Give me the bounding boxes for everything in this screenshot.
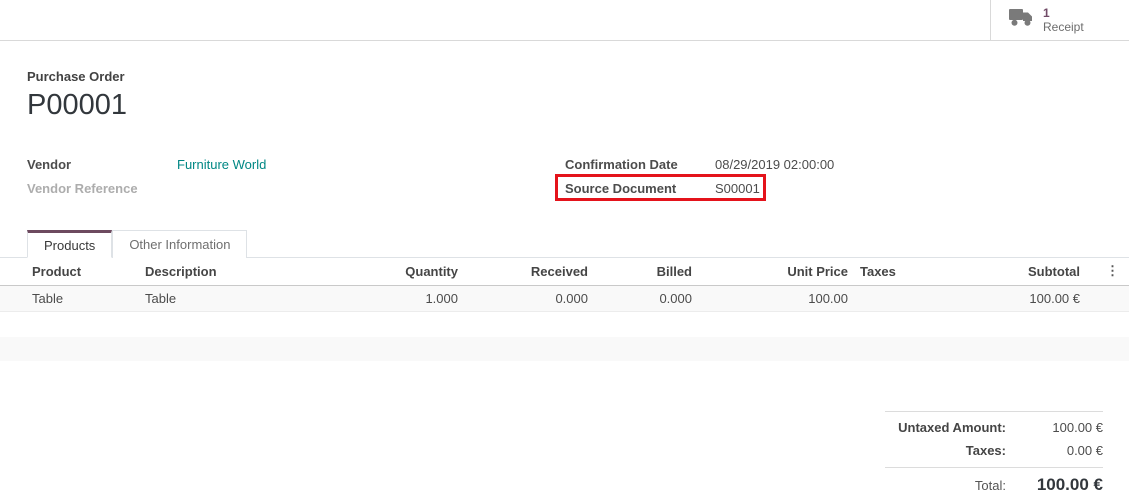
cell-billed: 0.000 [588,285,692,311]
col-header-product: Product [0,258,145,285]
order-lines-table: Product Description Quantity Received Bi… [0,258,1129,312]
untaxed-amount-value: 100.00 € [1018,420,1103,435]
receipt-stat-button[interactable]: 1 Receipt [990,0,1129,40]
field-source-document: Source Document S00001 [565,176,1125,200]
top-bar: 1 Receipt [0,0,1129,41]
taxes-value: 0.00 € [1018,443,1103,458]
column-options-icon[interactable]: ⋮ [1106,263,1118,278]
cell-product: Table [0,285,145,311]
field-group-left: Vendor Furniture World Vendor Reference [27,152,565,200]
confirmation-date-value: 08/29/2019 02:00:00 [715,157,834,172]
truck-icon [1009,8,1034,32]
vendor-label: Vendor [27,157,177,172]
field-vendor-reference: Vendor Reference [27,176,565,200]
doc-type-label: Purchase Order [27,69,1129,84]
page-title: P00001 [27,88,1129,122]
table-header-row: Product Description Quantity Received Bi… [0,258,1129,285]
source-document-value: S00001 [715,181,760,196]
source-document-label: Source Document [565,181,715,196]
field-group-right: Confirmation Date 08/29/2019 02:00:00 So… [565,152,1125,200]
receipt-count: 1 [1043,6,1084,20]
col-header-received: Received [458,258,588,285]
tab-products[interactable]: Products [27,230,112,258]
cell-unit-price: 100.00 [692,285,848,311]
empty-row-stripe [0,312,1129,337]
total-row: Total: 100.00 € [885,468,1103,492]
cell-quantity: 1.000 [360,285,458,311]
total-label: Total: [885,478,1018,492]
col-header-taxes: Taxes [848,258,1000,285]
field-groups: Vendor Furniture World Vendor Reference … [27,152,1129,200]
total-value: 100.00 € [1018,475,1103,492]
cell-received: 0.000 [458,285,588,311]
totals-block: Untaxed Amount: 100.00 € Taxes: 0.00 € T… [885,411,1103,492]
field-vendor: Vendor Furniture World [27,152,565,176]
cell-taxes [848,285,1000,311]
taxes-label: Taxes: [885,443,1018,458]
cell-subtotal: 100.00 € [1000,285,1106,311]
col-header-unit-price: Unit Price [692,258,848,285]
order-line-row[interactable]: Table Table 1.000 0.000 0.000 100.00 100… [0,285,1129,311]
col-header-description: Description [145,258,360,285]
taxes-row: Taxes: 0.00 € [885,439,1103,467]
untaxed-amount-label: Untaxed Amount: [885,420,1018,435]
receipt-label: Receipt [1043,20,1084,34]
col-header-billed: Billed [588,258,692,285]
purchase-order-form-view: 1 Receipt Purchase Order P00001 Vendor F… [0,0,1129,492]
untaxed-amount-row: Untaxed Amount: 100.00 € [885,412,1103,439]
vendor-value-link[interactable]: Furniture World [177,157,266,172]
col-header-quantity: Quantity [360,258,458,285]
notebook-tabs: Products Other Information [0,230,1129,258]
field-confirmation-date: Confirmation Date 08/29/2019 02:00:00 [565,152,1125,176]
tab-other-information[interactable]: Other Information [112,230,247,258]
col-header-subtotal: Subtotal [1000,258,1106,285]
confirmation-date-label: Confirmation Date [565,157,715,172]
empty-row-stripe [0,337,1129,361]
cell-description: Table [145,285,360,311]
vendor-reference-label: Vendor Reference [27,181,177,196]
